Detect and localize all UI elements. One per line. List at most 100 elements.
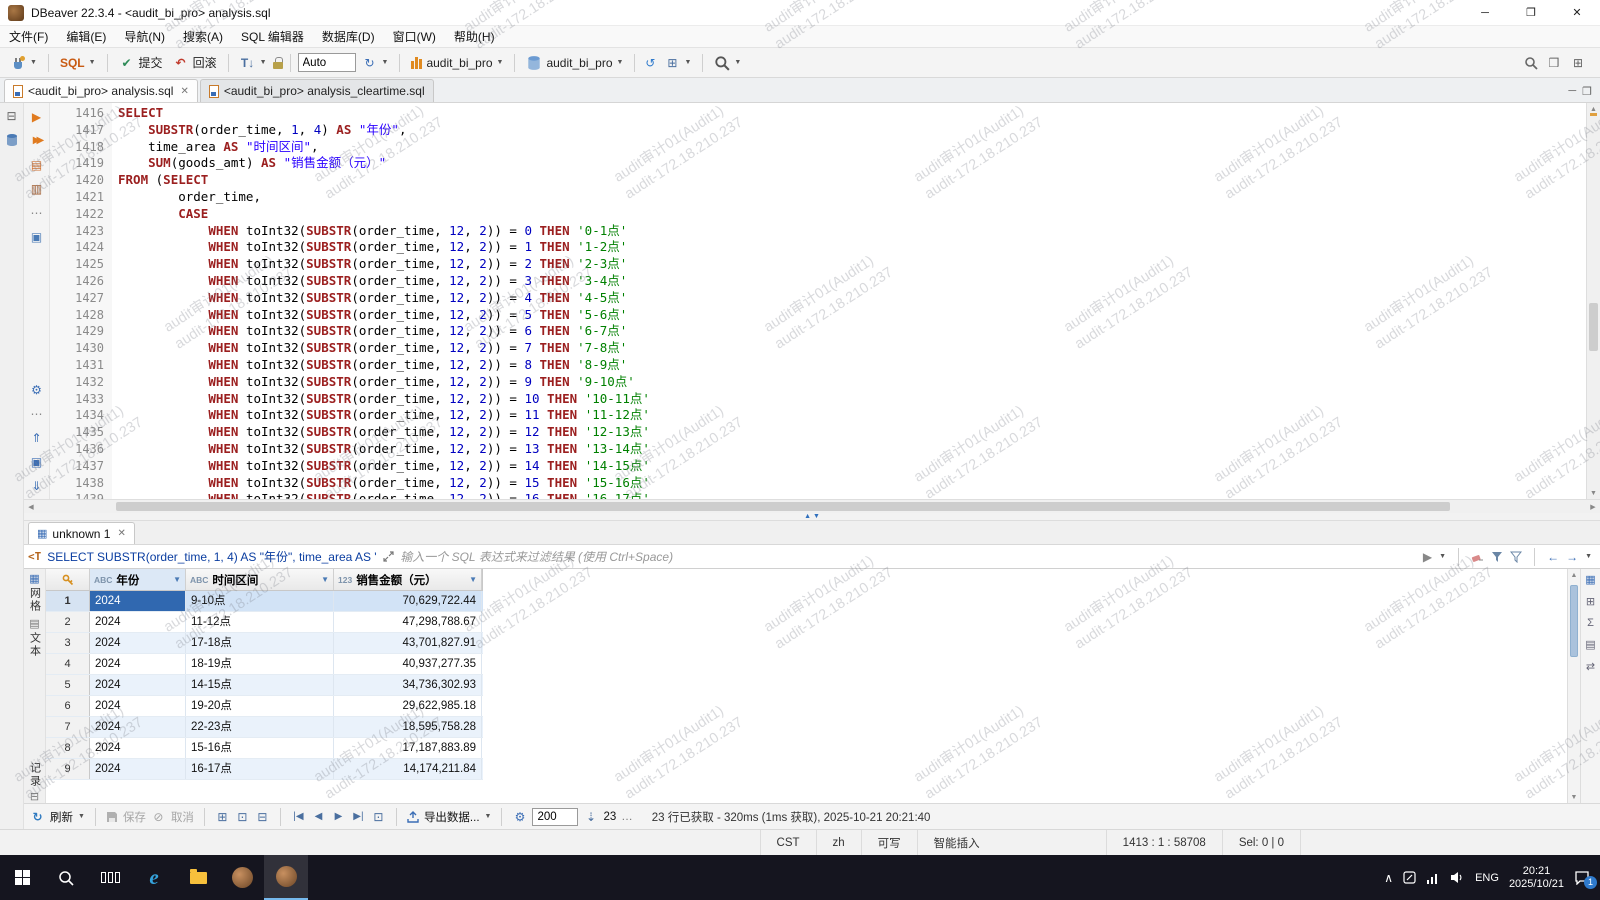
connection-selector[interactable]: audit_bi_pro ▼ — [407, 54, 507, 72]
execute-script-icon[interactable]: ▶▶ — [28, 132, 46, 149]
code-line[interactable]: WHEN toInt32(SUBSTR(order_time, 12, 2)) … — [118, 290, 1586, 307]
refresh-label[interactable]: 刷新 — [50, 809, 73, 825]
code-line[interactable]: WHEN toInt32(SUBSTR(order_time, 12, 2)) … — [118, 223, 1586, 240]
open-perspective-icon[interactable]: ❒ — [1546, 55, 1562, 71]
grid-cell[interactable]: 2024 — [90, 759, 186, 779]
more-tools-icon[interactable]: ⋯ — [28, 405, 46, 422]
row-number[interactable]: 5 — [46, 675, 90, 695]
grid-row[interactable]: 2202411-12点47,298,788.67 — [46, 612, 483, 633]
task-view-button[interactable] — [88, 855, 132, 900]
grid-cell[interactable]: 17-18点 — [186, 633, 334, 653]
grid-row[interactable]: 8202415-16点17,187,883.89 — [46, 738, 483, 759]
export-label[interactable]: 导出数据... — [424, 809, 480, 825]
grid-cell[interactable]: 70,629,722.44 — [334, 591, 482, 611]
grid-cell[interactable]: 16-17点 — [186, 759, 334, 779]
grid-cell[interactable]: 18,595,758.28 — [334, 717, 482, 737]
grid-cell[interactable]: 9-10点 — [186, 591, 334, 611]
delete-row-icon[interactable]: ⊟ — [255, 809, 270, 824]
save-icon[interactable] — [106, 811, 118, 823]
grid-row[interactable]: 4202418-19点40,937,277.35 — [46, 654, 483, 675]
history-back-icon[interactable]: ← — [1547, 550, 1559, 564]
menu-item[interactable]: SQL 编辑器 — [232, 26, 313, 47]
grid-row[interactable]: 5202414-15点34,736,302.93 — [46, 675, 483, 696]
grid-cell[interactable]: 14,174,211.84 — [334, 759, 482, 779]
grid-cell[interactable]: 34,736,302.93 — [334, 675, 482, 695]
rollback-button[interactable]: ↶ 回滚 — [169, 52, 221, 73]
editor-results-splitter[interactable]: ▲ ▼ — [24, 513, 1600, 521]
presentation-tab-grid[interactable]: ▦ 网格 — [27, 572, 43, 613]
code-line[interactable]: WHEN toInt32(SUBSTR(order_time, 12, 2)) … — [118, 491, 1586, 499]
grid-row[interactable]: 9202416-17点14,174,211.84 — [46, 759, 483, 780]
save-to-file-icon[interactable]: ⇓ — [28, 477, 46, 494]
code-line[interactable]: WHEN toInt32(SUBSTR(order_time, 12, 2)) … — [118, 273, 1586, 290]
code-line[interactable]: WHEN toInt32(SUBSTR(order_time, 12, 2)) … — [118, 424, 1586, 441]
code-line[interactable]: WHEN toInt32(SUBSTR(order_time, 12, 2)) … — [118, 307, 1586, 324]
scroll-down-arrow[interactable]: ▼ — [1587, 487, 1600, 499]
scroll-left-arrow[interactable]: ◀ — [24, 500, 38, 513]
row-number[interactable]: 8 — [46, 738, 90, 758]
grid-row[interactable]: 120249-10点70,629,722.44 — [46, 591, 483, 612]
result-grid[interactable]: ABC年份▼ABC时间区间▼123销售金额（元）▼ 120249-10点70,6… — [46, 569, 1567, 803]
dbeaver-taskbar-button[interactable] — [264, 855, 308, 900]
maximize-editor-icon[interactable]: ❐ — [1582, 85, 1592, 98]
scroll-right-arrow[interactable]: ▶ — [1586, 500, 1600, 513]
export-result-icon[interactable]: ⇑ — [28, 429, 46, 446]
results-scroll-thumb[interactable] — [1570, 585, 1578, 657]
filter-save-icon[interactable] — [1510, 551, 1522, 563]
refresh-icon[interactable]: ↻ — [30, 809, 45, 824]
filter-query-text[interactable]: SELECT SUBSTR(order_time, 1, 4) AS "年份",… — [47, 548, 377, 565]
maximize-button[interactable]: ❐ — [1508, 0, 1554, 25]
grid-cell[interactable]: 2024 — [90, 612, 186, 632]
grid-cell[interactable]: 43,701,827.91 — [334, 633, 482, 653]
column-filter-icon[interactable]: ▼ — [469, 575, 477, 584]
grid-cell[interactable]: 2024 — [90, 675, 186, 695]
explorer-taskbar-button[interactable] — [176, 855, 220, 900]
scroll-down-arrow[interactable]: ▼ — [1568, 791, 1580, 803]
code-line[interactable]: time_area AS "时间区间", — [118, 139, 1586, 156]
tray-chevron-icon[interactable]: ∧ — [1384, 871, 1393, 885]
code-line[interactable]: SUBSTR(order_time, 1, 4) AS "年份", — [118, 122, 1586, 139]
grid-column-header[interactable]: 123销售金额（元）▼ — [334, 569, 482, 590]
grid-presentation-button[interactable]: ⊞ ▼ — [660, 53, 695, 73]
grid-cell[interactable]: 11-12点 — [186, 612, 334, 632]
taskbar-search-button[interactable] — [44, 855, 88, 900]
menu-item[interactable]: 窗口(W) — [384, 26, 445, 47]
grid-cell[interactable]: 18-19点 — [186, 654, 334, 674]
tray-network-icon[interactable] — [1426, 872, 1440, 884]
editor-horizontal-scrollbar[interactable]: ◀ ▶ — [24, 499, 1600, 513]
commit-button[interactable]: ✔ 提交 — [115, 52, 167, 73]
grid-cell[interactable]: 17,187,883.89 — [334, 738, 482, 758]
sql-dialect-button[interactable]: SQL ▼ — [56, 54, 100, 72]
sync-connection-icon[interactable]: ↺ — [642, 55, 658, 71]
search-menu-button[interactable]: ▼ — [710, 53, 745, 73]
tab-analysis-cleartime-sql[interactable]: <audit_bi_pro> analysis_cleartime.sql — [200, 79, 434, 102]
panel-metadata-icon[interactable]: ▤ — [1585, 638, 1595, 651]
tray-volume-icon[interactable] — [1450, 871, 1465, 884]
code-line[interactable]: WHEN toInt32(SUBSTR(order_time, 12, 2)) … — [118, 374, 1586, 391]
editor-scroll-thumb[interactable] — [1589, 303, 1598, 351]
taskbar-clock[interactable]: 20:21 2025/10/21 — [1509, 865, 1564, 891]
explain-plan-icon[interactable]: ▤ — [28, 156, 46, 173]
column-filter-icon[interactable]: ▼ — [173, 575, 181, 584]
collapse-up-icon[interactable]: ▲ — [804, 513, 811, 521]
transaction-log-button[interactable]: T↓ ▼ — [236, 53, 271, 73]
last-row-icon[interactable]: ▶| — [351, 809, 366, 824]
language-indicator[interactable]: ENG — [1475, 872, 1499, 884]
history-forward-icon[interactable]: → — [1566, 550, 1578, 564]
results-vertical-scrollbar[interactable]: ▲ ▼ — [1567, 569, 1580, 803]
dictionary-icon[interactable]: ▥ — [28, 180, 46, 197]
save-label[interactable]: 保存 — [123, 809, 146, 825]
quick-search-icon[interactable] — [1524, 56, 1538, 70]
add-row-icon[interactable]: ⊞ — [215, 809, 230, 824]
grid-row[interactable]: 3202417-18点43,701,827.91 — [46, 633, 483, 654]
code-line[interactable]: WHEN toInt32(SUBSTR(order_time, 12, 2)) … — [118, 391, 1586, 408]
code-line[interactable]: FROM (SELECT — [118, 172, 1586, 189]
grid-cell[interactable]: 40,937,277.35 — [334, 654, 482, 674]
restore-panel-icon[interactable]: ⊟ — [3, 107, 21, 125]
fetch-size-input[interactable] — [532, 808, 578, 826]
expand-filter-icon[interactable] — [383, 551, 394, 562]
grid-row[interactable]: 6202419-20点29,622,985.18 — [46, 696, 483, 717]
code-line[interactable]: WHEN toInt32(SUBSTR(order_time, 12, 2)) … — [118, 256, 1586, 273]
fetch-all-icon[interactable]: ⇣ — [583, 809, 598, 824]
export-icon[interactable] — [407, 811, 419, 823]
